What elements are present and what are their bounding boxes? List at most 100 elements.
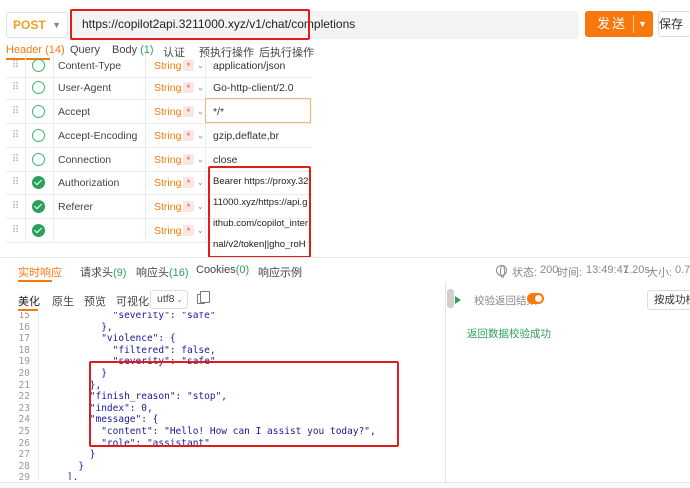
- method-select[interactable]: POST ▼: [6, 12, 68, 38]
- tab-response-headers[interactable]: 响应头(16): [136, 264, 189, 280]
- line-number: 22: [18, 391, 30, 403]
- tab-label: 响应头: [136, 267, 169, 279]
- header-type[interactable]: String * ⌄: [146, 54, 206, 78]
- row-checkbox[interactable]: [26, 171, 54, 195]
- drag-handle-icon[interactable]: ⠿: [6, 100, 26, 124]
- required-star-icon[interactable]: *: [183, 130, 194, 141]
- copy-icon[interactable]: [197, 291, 210, 304]
- view-pretty[interactable]: 美化: [18, 293, 40, 309]
- row-checkbox[interactable]: [26, 100, 54, 124]
- drag-handle-icon[interactable]: ⠿: [6, 54, 26, 78]
- chevron-down-icon[interactable]: ▼: [638, 11, 647, 37]
- header-row: ⠿ User-Agent String * ⌄ Go-http-client/2.0: [6, 76, 312, 100]
- code-line: 29 ],: [0, 472, 445, 480]
- type-label: String: [154, 82, 182, 94]
- line-number: 16: [18, 321, 30, 333]
- drag-handle-icon[interactable]: ⠿: [6, 219, 26, 243]
- chevron-down-icon[interactable]: ⌄: [197, 54, 204, 78]
- send-button[interactable]: 发送 ▼: [585, 11, 653, 37]
- chevron-down-icon[interactable]: ⌄: [197, 171, 204, 195]
- line-number: 24: [18, 414, 30, 426]
- row-checkbox[interactable]: [26, 219, 54, 243]
- globe-icon[interactable]: [496, 265, 507, 278]
- row-checkbox[interactable]: [26, 148, 54, 172]
- chevron-down-icon[interactable]: ⌄: [197, 124, 204, 148]
- code-line: 17 "violence": {: [0, 333, 445, 344]
- method-label: POST: [13, 18, 46, 32]
- row-checkbox[interactable]: [26, 124, 54, 148]
- header-name[interactable]: Accept-Encoding: [54, 124, 146, 148]
- code-line: 15 "severity": "safe": [0, 312, 445, 321]
- row-checkbox[interactable]: [26, 54, 54, 78]
- validate-mode-button[interactable]: 按成功校验: [647, 290, 690, 310]
- header-name[interactable]: Connection: [54, 148, 146, 172]
- chevron-down-icon[interactable]: ⌄: [197, 195, 204, 219]
- row-checkbox[interactable]: [26, 195, 54, 219]
- view-preview[interactable]: 预览: [84, 293, 106, 309]
- header-value[interactable]: gzip,deflate,br: [206, 124, 312, 148]
- header-value[interactable]: Go-http-client/2.0: [206, 76, 312, 100]
- required-star-icon[interactable]: *: [183, 154, 194, 165]
- required-star-icon[interactable]: *: [183, 82, 194, 93]
- code-line: 27 }: [0, 449, 445, 460]
- save-label: 保存: [659, 17, 684, 31]
- play-icon[interactable]: [455, 296, 461, 304]
- line-number: 25: [18, 426, 30, 437]
- required-star-icon[interactable]: *: [183, 106, 194, 117]
- drag-handle-icon[interactable]: ⠿: [6, 148, 26, 172]
- line-number: 23: [18, 402, 30, 414]
- code-line: 18 "filtered": false,: [0, 345, 445, 356]
- encoding-label: utf8: [157, 293, 175, 305]
- validate-toggle[interactable]: [527, 293, 544, 304]
- encoding-select[interactable]: utf8 ⌄: [150, 290, 188, 309]
- header-row: ⠿ Content-Type String * ⌄ application/json: [6, 54, 312, 78]
- header-type[interactable]: String * ⌄: [146, 148, 206, 172]
- header-type[interactable]: String * ⌄: [146, 195, 206, 219]
- tab-label: 响应示例: [258, 267, 302, 279]
- header-type[interactable]: String * ⌄: [146, 124, 206, 148]
- tab-live-response[interactable]: 实时响应: [18, 264, 62, 280]
- header-name[interactable]: Referer: [54, 195, 146, 219]
- header-type[interactable]: String * ⌄: [146, 219, 206, 243]
- scrollbar-thumb[interactable]: [447, 289, 454, 308]
- size-label: 大小:: [647, 267, 673, 279]
- chevron-down-icon[interactable]: ⌄: [197, 219, 204, 243]
- chevron-down-icon[interactable]: ⌄: [197, 76, 204, 100]
- required-star-icon[interactable]: *: [183, 60, 194, 71]
- header-name[interactable]: Content-Type: [54, 54, 146, 78]
- row-checkbox[interactable]: [26, 76, 54, 100]
- drag-handle-icon[interactable]: ⠿: [6, 171, 26, 195]
- tab-response-example[interactable]: 响应示例: [258, 264, 302, 280]
- header-name[interactable]: Accept: [54, 100, 146, 124]
- header-name[interactable]: Authorization: [54, 171, 146, 195]
- tab-cookies[interactable]: Cookies(0): [196, 264, 249, 276]
- tab-count: (16): [169, 267, 189, 279]
- line-number: 18: [18, 344, 30, 356]
- header-type[interactable]: String * ⌄: [146, 76, 206, 100]
- code-text: "filtered": false,: [44, 344, 216, 356]
- drag-handle-icon[interactable]: ⠿: [6, 195, 26, 219]
- check-circle-icon: [32, 81, 45, 94]
- view-visualize[interactable]: 可视化: [116, 293, 149, 309]
- view-raw[interactable]: 原生: [52, 293, 74, 309]
- required-star-icon[interactable]: *: [183, 201, 194, 212]
- panel-divider[interactable]: [445, 282, 446, 488]
- save-button[interactable]: 保存: [658, 11, 690, 37]
- check-circle-icon: [32, 105, 45, 118]
- header-value[interactable]: application/json: [206, 54, 312, 78]
- header-type[interactable]: String * ⌄: [146, 100, 206, 124]
- drag-handle-icon[interactable]: ⠿: [6, 124, 26, 148]
- chevron-down-icon[interactable]: ⌄: [197, 100, 204, 124]
- header-name[interactable]: [54, 219, 146, 243]
- header-name[interactable]: User-Agent: [54, 76, 146, 100]
- required-star-icon[interactable]: *: [183, 225, 194, 236]
- code-text: "violence": {: [44, 333, 176, 345]
- drag-handle-icon[interactable]: ⠿: [6, 76, 26, 100]
- tab-request-headers[interactable]: 请求头(9): [80, 264, 126, 280]
- code-toolbar: 美化 原生 预览 可视化 utf8 ⌄: [0, 289, 445, 311]
- code-line: 16 },: [0, 322, 445, 333]
- chevron-down-icon[interactable]: ⌄: [197, 148, 204, 172]
- check-circle-icon: [32, 59, 45, 72]
- header-type[interactable]: String * ⌄: [146, 171, 206, 195]
- required-star-icon[interactable]: *: [183, 177, 194, 188]
